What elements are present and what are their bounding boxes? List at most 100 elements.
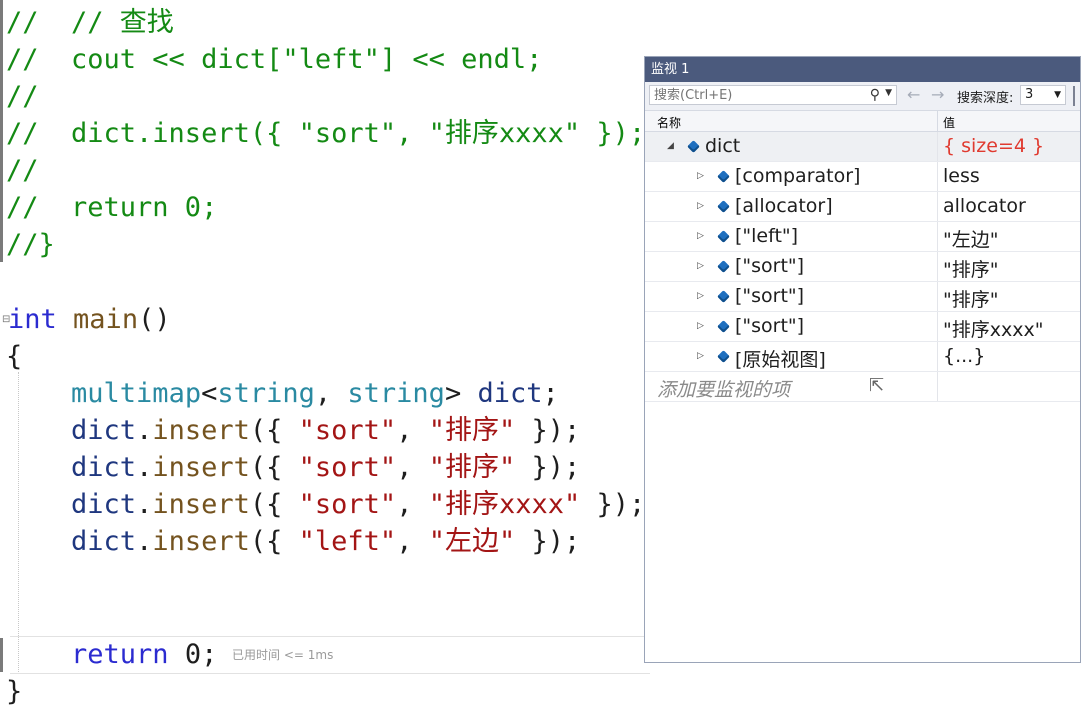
code-line[interactable]: // dict.insert({ "sort", "排序xxxx" }); — [6, 115, 645, 152]
expand-icon[interactable]: ▷ — [697, 201, 704, 211]
code-line[interactable]: dict.insert({ "left", "左边" }); — [6, 523, 580, 560]
expand-icon[interactable]: ▷ — [697, 351, 704, 361]
watch-window[interactable]: 监视 1 ⚲ ▼ ← → 搜索深度: 3 ▼ 名称 值 ◢ dict { size=… — [644, 56, 1081, 663]
expand-icon[interactable]: ▷ — [697, 291, 704, 301]
code-token: //} — [6, 229, 55, 260]
column-divider — [937, 252, 938, 281]
column-name-header[interactable]: 名称 — [657, 114, 681, 131]
add-watch-placeholder[interactable]: 添加要监视的项 — [657, 375, 790, 402]
chevron-down-icon[interactable]: ▼ — [885, 88, 892, 98]
column-divider — [937, 192, 938, 221]
expand-icon[interactable]: ▷ — [697, 261, 704, 271]
watch-row[interactable]: ▷ ["sort"] "排序xxxx" — [645, 312, 1080, 342]
code-token: . — [136, 489, 153, 520]
code-token: } — [6, 676, 23, 707]
search-icon[interactable]: ⚲ — [870, 87, 880, 103]
watch-row-value[interactable]: {...} — [943, 345, 985, 367]
perf-tip: 已用时间 <= 1ms — [232, 648, 334, 662]
code-token: . — [136, 452, 153, 483]
add-watch-row[interactable]: 添加要监视的项 ⇱ — [645, 372, 1080, 402]
watch-row[interactable]: ▷ ["left"] "左边" — [645, 222, 1080, 252]
code-token: insert — [152, 489, 250, 520]
code-token: , — [396, 415, 429, 446]
watch-column-header: 名称 值 — [645, 111, 1080, 132]
code-token: "sort" — [298, 415, 397, 446]
code-line[interactable]: return 0; — [6, 636, 217, 673]
watch-title[interactable]: 监视 1 — [645, 57, 1080, 82]
code-token: ({ — [249, 415, 299, 446]
watch-row[interactable]: ◢ dict { size=4 } — [645, 132, 1080, 162]
code-line[interactable]: // — [6, 152, 39, 189]
code-line[interactable]: multimap<string, string> dict; — [6, 375, 559, 412]
search-input[interactable] — [652, 87, 866, 103]
object-icon — [717, 170, 730, 183]
code-line[interactable]: //} — [6, 226, 55, 263]
collapse-icon[interactable]: ◢ — [667, 141, 674, 151]
code-line[interactable]: // cout << dict["left"] << endl; — [6, 41, 542, 78]
watch-row-value[interactable]: "左边" — [943, 225, 998, 252]
column-divider[interactable] — [937, 111, 938, 131]
expand-icon[interactable]: ▷ — [697, 231, 704, 241]
watch-row-value[interactable]: "排序" — [943, 285, 998, 312]
object-icon — [717, 290, 730, 303]
watch-row-name: [原始视图] — [735, 349, 826, 371]
watch-row[interactable]: ▷ [原始视图] {...} — [645, 342, 1080, 372]
code-token: dict — [71, 526, 137, 557]
watch-row-name: [comparator] — [735, 165, 861, 187]
watch-row[interactable]: ▷ [comparator] less — [645, 162, 1080, 192]
code-token: dict — [477, 378, 543, 409]
watch-row[interactable]: ▷ ["sort"] "排序" — [645, 282, 1080, 312]
code-token: , — [396, 526, 429, 557]
expand-icon[interactable]: ▷ — [697, 171, 704, 181]
search-depth-select[interactable]: 3 ▼ — [1020, 85, 1066, 105]
code-line[interactable]: } — [6, 673, 22, 710]
watch-row-value[interactable]: "排序xxxx" — [943, 315, 1043, 342]
back-arrow-icon[interactable]: ← — [907, 85, 920, 104]
watch-row-value[interactable]: allocator — [943, 195, 1026, 217]
watch-row[interactable]: ▷ ["sort"] "排序" — [645, 252, 1080, 282]
watch-row-value[interactable]: less — [943, 165, 980, 187]
code-line[interactable]: dict.insert({ "sort", "排序" }); — [6, 412, 580, 449]
object-icon — [717, 260, 730, 273]
watch-row-value[interactable]: "排序" — [943, 255, 998, 282]
watch-row-value[interactable]: { size=4 } — [943, 135, 1044, 157]
code-token: string — [347, 378, 445, 409]
code-token: () — [138, 304, 171, 335]
watch-row-name: ["sort"] — [735, 285, 805, 307]
watch-row[interactable]: ▷ [allocator] allocator — [645, 192, 1080, 222]
code-token: }); — [515, 415, 581, 446]
watch-row-name: ["sort"] — [735, 315, 805, 337]
code-token: 0; — [168, 639, 218, 670]
code-token: insert — [152, 526, 250, 557]
code-token: // — [6, 155, 39, 186]
column-divider — [937, 162, 938, 191]
search-box[interactable]: ⚲ ▼ — [649, 85, 897, 105]
code-token: "sort" — [298, 452, 397, 483]
code-line[interactable]: // return 0; — [6, 189, 217, 226]
column-value-header[interactable]: 值 — [943, 114, 955, 131]
code-token: , — [396, 489, 429, 520]
code-line[interactable]: dict.insert({ "sort", "排序" }); — [6, 449, 580, 486]
expand-icon[interactable]: ▷ — [697, 321, 704, 331]
column-divider — [937, 222, 938, 251]
code-line[interactable]: // // 查找 — [6, 4, 174, 41]
column-divider — [937, 282, 938, 311]
code-token: // // 查找 — [6, 7, 174, 38]
code-token: dict — [71, 452, 137, 483]
code-token: insert — [152, 415, 250, 446]
object-icon — [687, 140, 700, 153]
chevron-down-icon: ▼ — [1054, 90, 1061, 100]
code-line[interactable]: { — [6, 338, 22, 375]
code-line[interactable]: dict.insert({ "sort", "排序xxxx" }); — [6, 486, 645, 523]
code-token: // — [6, 81, 39, 112]
code-line[interactable]: // — [6, 78, 39, 115]
code-token: }); — [515, 526, 581, 557]
code-token: }); — [580, 489, 646, 520]
watch-row-name: [allocator] — [735, 195, 833, 217]
forward-arrow-icon[interactable]: → — [931, 85, 944, 104]
code-line[interactable]: int main() — [8, 301, 171, 338]
